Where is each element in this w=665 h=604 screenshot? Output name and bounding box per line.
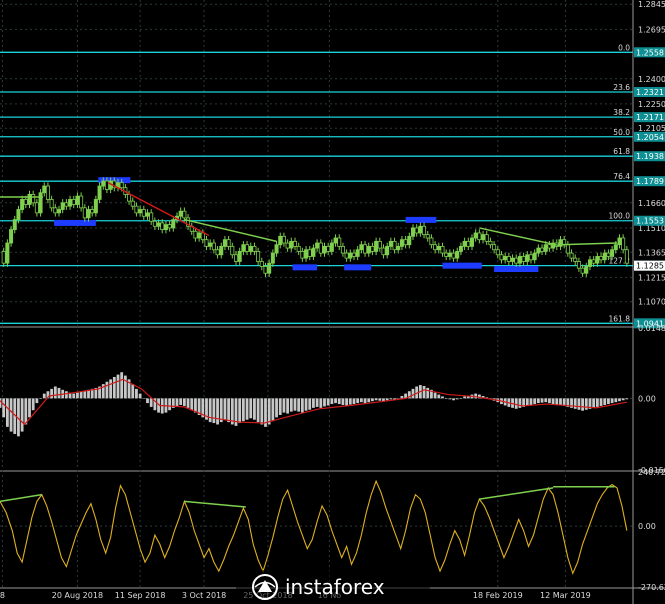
chart-stage: 1.2845 1.2695 1.2400 1.2250 1.2105 1.1660 1.15… <box>0 0 665 604</box>
watermark-brand: instaforex <box>285 575 385 599</box>
instaforex-watermark: instaforex <box>236 570 430 604</box>
